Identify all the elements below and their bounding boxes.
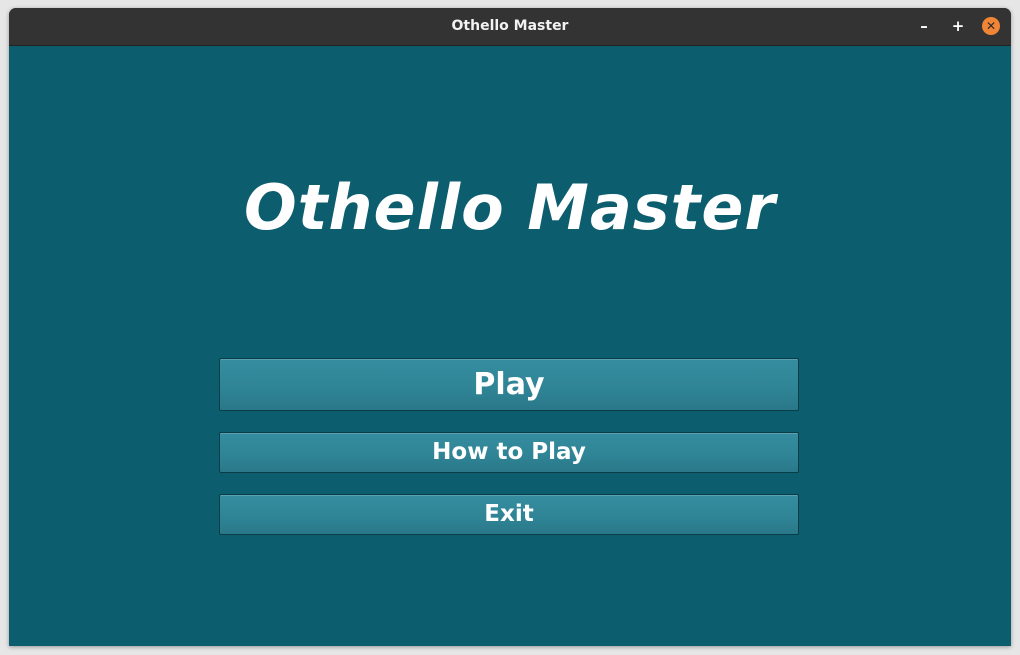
minimize-icon[interactable]: – [915,17,933,35]
window-titlebar[interactable]: Othello Master – + ✕ [9,8,1011,46]
exit-button[interactable]: Exit [219,494,799,535]
maximize-icon[interactable]: + [949,17,967,35]
main-menu: Othello Master Play How to Play Exit [9,46,1011,646]
window-title: Othello Master [451,18,569,34]
app-window: Othello Master – + ✕ Othello Master Play… [9,8,1011,646]
play-button[interactable]: Play [219,358,799,411]
close-icon[interactable]: ✕ [982,17,1000,35]
how-to-play-button[interactable]: How to Play [219,432,799,473]
game-title: Othello Master [244,171,776,244]
